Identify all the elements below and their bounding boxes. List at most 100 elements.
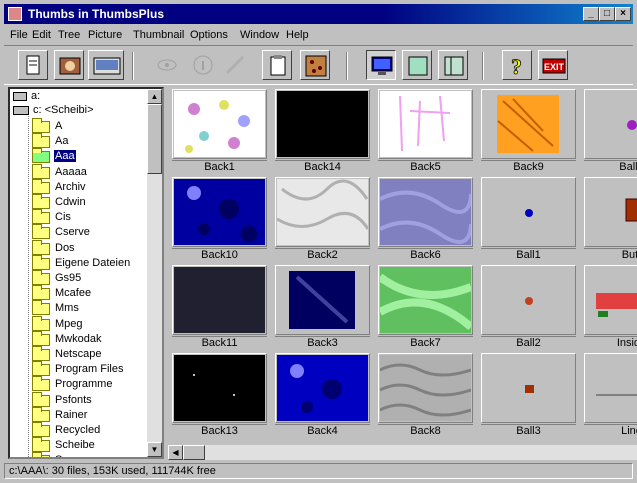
thumbnail-label: Back9 bbox=[481, 160, 576, 173]
tile-button[interactable] bbox=[300, 50, 330, 80]
grid-horizontal-scrollbar[interactable]: ◀ bbox=[168, 445, 637, 460]
tree-item-folder[interactable]: A bbox=[10, 118, 150, 135]
thumbnail-label: Ball2 bbox=[481, 336, 576, 349]
app-icon[interactable] bbox=[8, 7, 22, 21]
new-button[interactable] bbox=[18, 50, 48, 80]
tree-item-folder[interactable]: Gs95 bbox=[10, 270, 150, 287]
tree-item-folder[interactable]: Cserve bbox=[10, 224, 150, 241]
info-button[interactable] bbox=[188, 50, 218, 80]
thumbnail-item[interactable]: Back7 bbox=[374, 263, 477, 349]
thumbnail-item[interactable]: Back5 bbox=[374, 87, 477, 173]
maximize-button[interactable]: □ bbox=[599, 7, 615, 21]
thumbnail-label: Back11 bbox=[172, 336, 267, 349]
tree-label: a: bbox=[31, 90, 41, 102]
exit-label: EXIT bbox=[544, 62, 565, 72]
tree-item-folder[interactable]: Psfonts bbox=[10, 391, 150, 409]
thumbnail-image bbox=[586, 91, 637, 157]
tree-item-folder[interactable]: Scheibe bbox=[10, 437, 150, 454]
tree-item-folder[interactable]: Rainer bbox=[10, 406, 150, 424]
folder-icon bbox=[32, 406, 50, 422]
thumbnail-item[interactable]: Inside bbox=[580, 263, 637, 349]
thumbnail-item[interactable]: Line bbox=[580, 351, 637, 437]
title-bar[interactable]: Thumbs in ThumbsPlus _ □ × bbox=[4, 4, 633, 24]
folder-icon bbox=[32, 118, 50, 133]
clipboard-button[interactable] bbox=[262, 50, 292, 80]
tree-item-folder[interactable]: Dos bbox=[10, 239, 150, 257]
tree-label: A bbox=[55, 120, 63, 132]
thumbnail-label: Back14 bbox=[275, 160, 370, 173]
thumbnail-label: Back3 bbox=[275, 336, 370, 349]
tree-item-drive-c[interactable]: c: <Scheibi> bbox=[10, 103, 150, 119]
tree-item-folder[interactable]: Mwkodak bbox=[10, 330, 150, 348]
folder-tree[interactable]: a: c: <Scheibi> A Aa Aaa Aaaaa Archiv Cdwin Ci… bbox=[8, 87, 164, 459]
menu-file[interactable]: File bbox=[10, 29, 28, 41]
thumbnail-item[interactable]: Back8 bbox=[374, 351, 477, 437]
clipboard-icon bbox=[270, 55, 286, 76]
scan-button[interactable] bbox=[54, 50, 84, 80]
exit-button[interactable]: EXIT bbox=[538, 50, 568, 80]
menu-picture[interactable]: Picture bbox=[88, 29, 122, 41]
tree-item-folder[interactable]: Aaa bbox=[10, 148, 150, 165]
thumbnail-view-button[interactable] bbox=[402, 50, 432, 80]
thumbnail-item[interactable]: Back10 bbox=[168, 175, 271, 261]
tree-item-folder[interactable]: Sco bbox=[10, 452, 150, 457]
thumbnail-item[interactable]: Back2 bbox=[271, 175, 374, 261]
thumbnail-item[interactable]: Ball4 bbox=[580, 87, 637, 173]
thumbnail-item[interactable]: Butt bbox=[580, 175, 637, 261]
thumbnail-item[interactable]: Back6 bbox=[374, 175, 477, 261]
menu-thumbnail[interactable]: Thumbnail bbox=[133, 29, 184, 41]
tree-item-folder[interactable]: Aa bbox=[10, 133, 150, 150]
thumbnail-item[interactable]: Back3 bbox=[271, 263, 374, 349]
tree-item-folder[interactable]: Cdwin bbox=[10, 194, 150, 211]
tree-label: Mwkodak bbox=[55, 332, 102, 345]
tree-item-folder[interactable]: Archiv bbox=[10, 178, 150, 196]
thumbnail-item[interactable]: Back14 bbox=[271, 87, 374, 173]
tree-label: Dos bbox=[55, 241, 75, 254]
menu-options[interactable]: Options bbox=[190, 29, 228, 41]
minimize-button[interactable]: _ bbox=[583, 7, 599, 21]
close-button[interactable]: × bbox=[615, 7, 631, 21]
menu-help[interactable]: Help bbox=[286, 29, 309, 41]
tree-vertical-scrollbar[interactable]: ▲ ▼ bbox=[147, 89, 162, 457]
list-view-button[interactable] bbox=[438, 50, 468, 80]
thumbnail-item[interactable]: Ball3 bbox=[477, 351, 580, 437]
thumbnail-item[interactable]: Back9 bbox=[477, 87, 580, 173]
help-button[interactable]: ? bbox=[502, 50, 532, 80]
thumbnail-item[interactable]: Ball2 bbox=[477, 263, 580, 349]
eye-button[interactable] bbox=[152, 50, 182, 80]
thumbnail-label: Back7 bbox=[378, 336, 473, 349]
viewer-button[interactable] bbox=[88, 50, 124, 80]
thumbnail-item[interactable]: Back4 bbox=[271, 351, 374, 437]
tree-item-folder[interactable]: Netscape bbox=[10, 346, 150, 363]
thumbnail-item[interactable]: Ball1 bbox=[477, 175, 580, 261]
thumbnail-item[interactable]: Back13 bbox=[168, 351, 271, 437]
monitor-button[interactable] bbox=[366, 50, 396, 80]
scroll-down-button[interactable]: ▼ bbox=[147, 442, 162, 457]
tree-item-folder[interactable]: Programme bbox=[10, 376, 150, 393]
menu-edit[interactable]: Edit bbox=[32, 29, 51, 41]
thumbnail-item[interactable]: Back11 bbox=[168, 263, 271, 349]
thumbnail-item[interactable]: Back1 bbox=[168, 87, 271, 173]
menu-window[interactable]: Window bbox=[240, 29, 279, 41]
tree-item-folder[interactable]: Cis bbox=[10, 209, 150, 226]
thumbnail-image bbox=[380, 91, 471, 157]
pen-button[interactable] bbox=[220, 50, 250, 80]
tree-item-folder[interactable]: Eigene Dateien bbox=[10, 254, 150, 272]
thumbnail-image bbox=[483, 179, 574, 245]
tree-item-folder[interactable]: Aaaaa bbox=[10, 163, 150, 181]
scroll-left-button[interactable]: ◀ bbox=[168, 445, 183, 460]
scroll-thumb[interactable] bbox=[147, 104, 162, 174]
tree-item-folder[interactable]: Program Files bbox=[10, 361, 150, 378]
tree-item-folder[interactable]: Mcafee bbox=[10, 285, 150, 302]
folder-icon bbox=[32, 163, 50, 179]
thumbnail-image bbox=[277, 91, 368, 157]
menu-tree[interactable]: Tree bbox=[58, 29, 80, 41]
tree-item-folder[interactable]: Recycled bbox=[10, 422, 150, 439]
thumbnail-image bbox=[380, 179, 471, 245]
scroll-thumb[interactable] bbox=[183, 445, 205, 460]
tree-item-folder[interactable]: Mpeg bbox=[10, 315, 150, 333]
scroll-up-button[interactable]: ▲ bbox=[147, 89, 162, 104]
folder-icon bbox=[32, 315, 50, 331]
tree-item-folder[interactable]: Mms bbox=[10, 300, 150, 317]
menu-bar: File Edit Tree Picture Thumbnail Options… bbox=[4, 26, 633, 44]
